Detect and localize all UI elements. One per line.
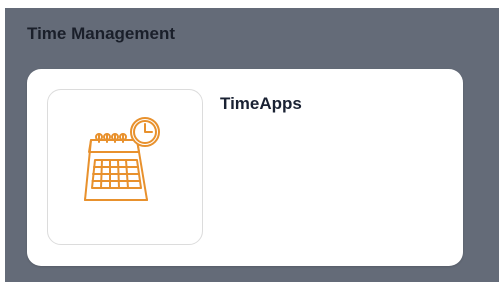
timeapps-tile[interactable]: TimeApps — [27, 69, 463, 266]
tile-title: TimeApps — [220, 94, 302, 113]
section-title: Time Management — [27, 24, 176, 43]
calendar-clock-icon — [84, 117, 160, 201]
tile-icon-container — [47, 89, 203, 245]
time-management-section: Time Management TimeApps — [5, 8, 499, 282]
